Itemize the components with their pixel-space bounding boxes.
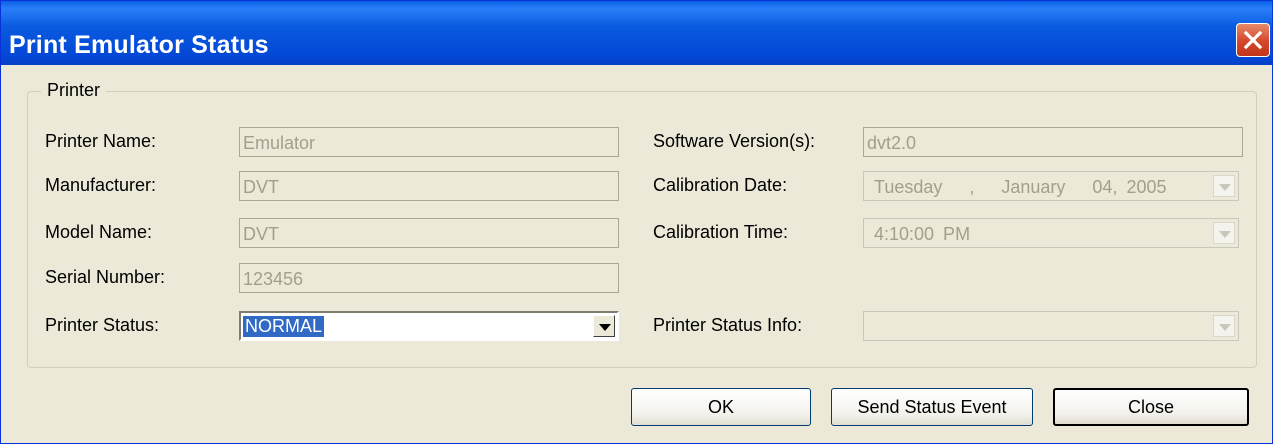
ok-button[interactable]: OK — [631, 388, 811, 426]
software-version-field[interactable]: dvt2.0 — [863, 127, 1243, 157]
dialog-body: Printer Printer Name: Emulator Manufactu… — [5, 65, 1268, 443]
printer-name-label: Printer Name: — [45, 131, 157, 151]
calibration-time-picker[interactable]: 4:10:00 PM — [863, 218, 1239, 248]
serial-number-field[interactable]: 123456 — [239, 263, 619, 293]
close-button[interactable]: Close — [1053, 388, 1249, 426]
software-version-value: dvt2.0 — [867, 133, 917, 153]
chevron-down-icon — [1219, 231, 1231, 238]
calibration-date-value: Tuesday , January 04, 2005 — [874, 177, 1167, 197]
window-close-button[interactable] — [1236, 23, 1270, 57]
software-version-label: Software Version(s): — [653, 131, 816, 151]
serial-number-value: 123456 — [243, 269, 304, 289]
close-x-icon — [1243, 30, 1263, 50]
printer-status-info-dropdown-button[interactable] — [1213, 315, 1235, 337]
printer-status-combo[interactable]: NORMAL — [239, 311, 619, 341]
printer-status-value: NORMAL — [243, 316, 325, 337]
chevron-down-icon — [599, 324, 611, 331]
title-bar[interactable]: Print Emulator Status — [1, 1, 1272, 65]
printer-status-info-label: Printer Status Info: — [653, 315, 803, 335]
calibration-time-dropdown-button[interactable] — [1213, 222, 1235, 244]
printer-name-value: Emulator — [243, 133, 316, 153]
chevron-down-icon — [1219, 324, 1231, 331]
model-name-label: Model Name: — [45, 222, 153, 242]
calibration-time-value: 4:10:00 PM — [874, 224, 971, 244]
manufacturer-field[interactable]: DVT — [239, 171, 619, 201]
manufacturer-label: Manufacturer: — [45, 175, 157, 195]
printer-status-dropdown-button[interactable] — [593, 315, 615, 337]
printer-group-legend: Printer — [41, 80, 107, 101]
calibration-time-label: Calibration Time: — [653, 222, 789, 242]
model-name-field[interactable]: DVT — [239, 218, 619, 248]
calibration-date-picker[interactable]: Tuesday , January 04, 2005 — [863, 171, 1239, 201]
manufacturer-value: DVT — [243, 177, 279, 197]
send-status-event-button[interactable]: Send Status Event — [831, 388, 1033, 426]
printer-status-info-combo[interactable] — [863, 311, 1239, 341]
calibration-date-label: Calibration Date: — [653, 175, 788, 195]
calibration-date-dropdown-button[interactable] — [1213, 175, 1235, 197]
serial-number-label: Serial Number: — [45, 267, 166, 287]
printer-status-label: Printer Status: — [45, 315, 160, 335]
dialog-window: Print Emulator Status Printer Printer Na… — [0, 0, 1273, 444]
chevron-down-icon — [1219, 184, 1231, 191]
printer-name-field[interactable]: Emulator — [239, 127, 619, 157]
window-title: Print Emulator Status — [9, 31, 269, 59]
model-name-value: DVT — [243, 224, 279, 244]
